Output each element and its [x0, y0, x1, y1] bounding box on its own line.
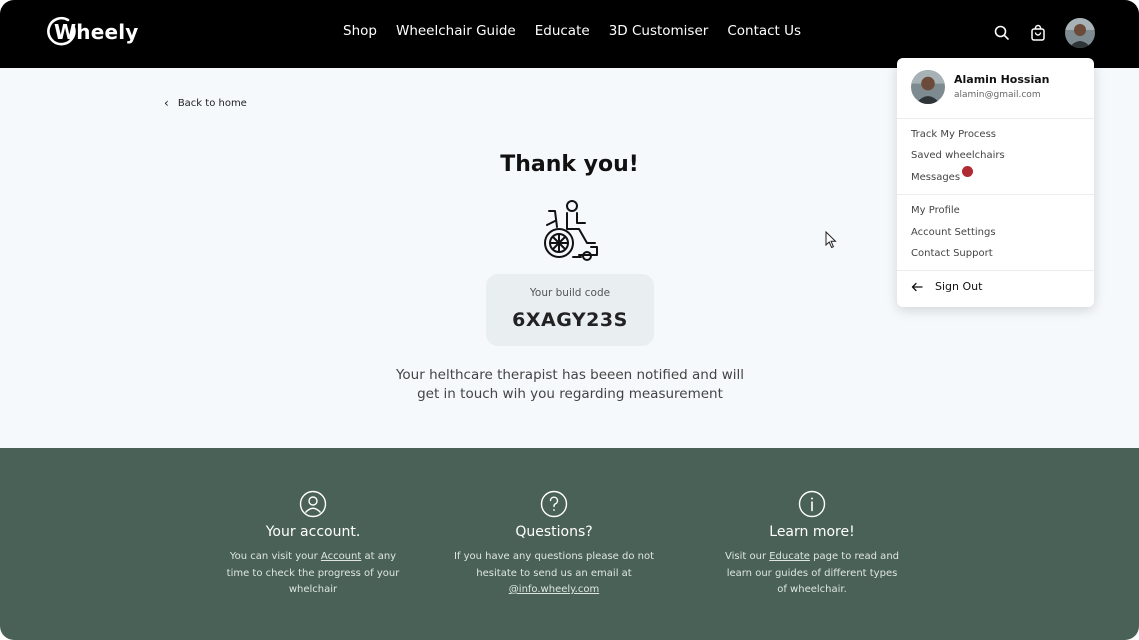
- footer-account-text-part: at any: [361, 551, 397, 562]
- sign-out-label: Sign Out: [935, 280, 983, 293]
- menu-item-contact-support[interactable]: Contact Support: [911, 248, 993, 259]
- logo-text: Wheely: [54, 20, 139, 44]
- footer-questions-text: If you have any questions please do not …: [439, 549, 669, 599]
- avatar-image: [911, 70, 945, 104]
- footer-learn-title: Learn more!: [769, 524, 855, 540]
- menu-item-messages[interactable]: Messages: [911, 172, 960, 183]
- messages-notification-badge: [962, 166, 973, 177]
- notice-line-2: get in touch wih you regarding measureme…: [417, 386, 723, 402]
- user-avatar[interactable]: [1065, 18, 1095, 48]
- build-code-value: 6XAGY23S: [512, 309, 628, 331]
- footer-learn-text-part: of wheelchair.: [777, 584, 847, 595]
- nav-link-contact-us[interactable]: Contact Us: [727, 23, 801, 39]
- notification-message: Your helthcare therapist has beeen notif…: [370, 366, 770, 404]
- user-icon: [299, 490, 327, 518]
- dropdown-avatar: [911, 70, 945, 104]
- question-icon: [540, 490, 568, 518]
- arrow-left-icon: [911, 282, 923, 291]
- footer-learn-text: Visit our Educate page to read and learn…: [697, 549, 927, 599]
- nav-link-wheelchair-guide[interactable]: Wheelchair Guide: [396, 23, 516, 39]
- footer-account-title: Your account.: [265, 524, 361, 540]
- build-code-card: Your build code 6XAGY23S: [486, 274, 654, 346]
- back-to-home-link[interactable]: ‹ Back to home: [164, 96, 247, 110]
- cart-icon[interactable]: [1029, 24, 1047, 42]
- nav-link-shop[interactable]: Shop: [343, 23, 377, 39]
- notice-line-1: Your helthcare therapist has beeen notif…: [395, 367, 745, 383]
- footer-account-text-part: whelchair: [288, 584, 338, 595]
- sign-out-button[interactable]: Sign Out: [911, 280, 982, 293]
- avatar-image: [1065, 18, 1095, 48]
- footer-questions-text-part: hesitate to send us an email at: [476, 567, 632, 579]
- dropdown-user-name: Alamin Hossian: [954, 73, 1050, 86]
- footer: Your account. You can visit your Account…: [0, 448, 1139, 640]
- menu-item-account-settings[interactable]: Account Settings: [911, 227, 996, 238]
- back-label: Back to home: [177, 97, 247, 109]
- info-icon: [798, 490, 826, 518]
- menu-item-track-process[interactable]: Track My Process: [911, 129, 996, 140]
- footer-learn-text-part: learn our guides of different types: [726, 567, 898, 579]
- account-link[interactable]: Account: [321, 551, 361, 562]
- footer-questions-title: Questions?: [515, 524, 593, 540]
- footer-account-text-part: time to check the progress of your: [226, 567, 400, 579]
- search-icon[interactable]: [993, 24, 1011, 42]
- user-dropdown-menu: Alamin Hossian alamin@gmail.com Track My…: [897, 58, 1094, 307]
- footer-learn-text-part: Visit our: [725, 551, 770, 562]
- menu-item-my-profile[interactable]: My Profile: [911, 205, 960, 216]
- footer-account-text: You can visit your Account at any time t…: [198, 549, 428, 599]
- app-frame: Wheely Shop Wheelchair Guide Educate 3D …: [0, 0, 1139, 640]
- dropdown-divider: [897, 194, 1094, 195]
- menu-item-saved-wheelchairs[interactable]: Saved wheelchairs: [911, 150, 1005, 161]
- footer-questions-text-part: If you have any questions please do not: [453, 551, 655, 562]
- mouse-cursor-icon: [825, 231, 837, 249]
- dropdown-user-email: alamin@gmail.com: [954, 90, 1041, 100]
- build-code-label: Your build code: [529, 287, 611, 299]
- nav-link-3d-customiser[interactable]: 3D Customiser: [609, 23, 709, 39]
- wheely-logo[interactable]: Wheely: [46, 14, 138, 50]
- educate-link[interactable]: Educate: [769, 551, 810, 562]
- footer-account-text-part: You can visit your: [229, 551, 321, 562]
- dropdown-divider: [897, 270, 1094, 271]
- nav-links: Shop Wheelchair Guide Educate 3D Customi…: [343, 23, 801, 39]
- email-link[interactable]: @info.wheely.com: [509, 584, 599, 595]
- footer-learn-text-part: page to read and: [809, 551, 899, 562]
- dropdown-divider: [897, 118, 1094, 119]
- nav-link-educate[interactable]: Educate: [535, 23, 590, 39]
- wheelchair-icon: [544, 200, 598, 261]
- chevron-left-icon: ‹: [164, 96, 169, 110]
